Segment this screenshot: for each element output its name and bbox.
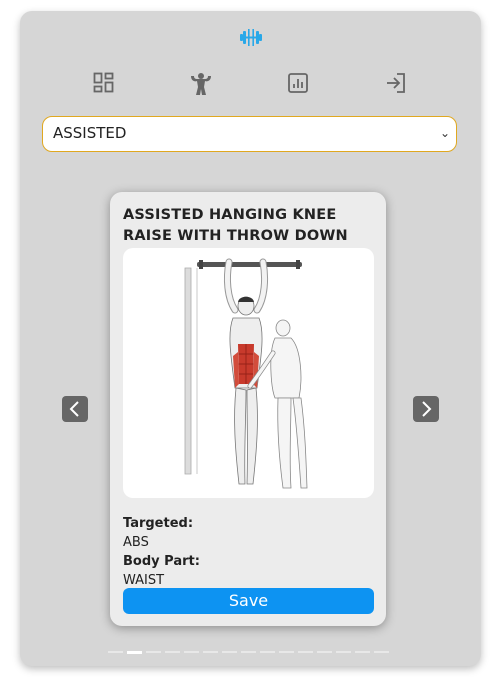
carousel-dot[interactable]	[203, 651, 218, 653]
nav-bar	[20, 71, 481, 97]
carousel-dot[interactable]	[355, 651, 370, 653]
carousel-dot[interactable]	[241, 651, 256, 653]
bodybuilder-icon[interactable]	[188, 71, 214, 97]
targeted-label: Targeted:	[123, 516, 194, 531]
targeted-value: ABS	[123, 535, 149, 550]
prev-button[interactable]	[62, 396, 88, 422]
carousel-dot[interactable]	[146, 651, 161, 653]
next-button[interactable]	[413, 396, 439, 422]
main-panel: ASSISTED ⌄ ASSISTED HANGING KNEE RAISE W…	[20, 11, 481, 666]
carousel-dot[interactable]	[336, 651, 351, 653]
login-icon[interactable]	[384, 71, 410, 97]
body-part-value: WAIST	[123, 573, 165, 588]
exercise-title: ASSISTED HANGING KNEE RAISE WITH THROW D…	[123, 207, 348, 244]
carousel-dot[interactable]	[222, 651, 237, 653]
chevron-left-icon	[69, 401, 79, 417]
carousel-dot[interactable]	[165, 651, 180, 653]
body-part-label: Body Part:	[123, 554, 200, 569]
carousel-dot[interactable]	[260, 651, 275, 653]
carousel-dot[interactable]	[317, 651, 332, 653]
dashboard-icon[interactable]	[92, 71, 118, 97]
exercise-filter-select[interactable]: ASSISTED ⌄	[42, 116, 457, 152]
save-button[interactable]: Save	[123, 588, 374, 614]
carousel-dot[interactable]	[374, 651, 389, 653]
dumbbell-icon[interactable]	[239, 25, 263, 49]
carousel-dot[interactable]	[184, 651, 199, 653]
exercise-card: ASSISTED HANGING KNEE RAISE WITH THROW D…	[110, 192, 386, 626]
carousel-dot[interactable]	[108, 651, 123, 653]
carousel-dot[interactable]	[279, 651, 294, 653]
chart-icon[interactable]	[286, 71, 312, 97]
chevron-right-icon	[422, 401, 432, 417]
carousel-dot[interactable]	[127, 650, 142, 654]
selected-value: ASSISTED	[53, 124, 127, 142]
chevron-down-icon: ⌄	[439, 126, 450, 140]
exercise-illustration	[123, 248, 374, 498]
carousel-dot[interactable]	[298, 651, 313, 653]
